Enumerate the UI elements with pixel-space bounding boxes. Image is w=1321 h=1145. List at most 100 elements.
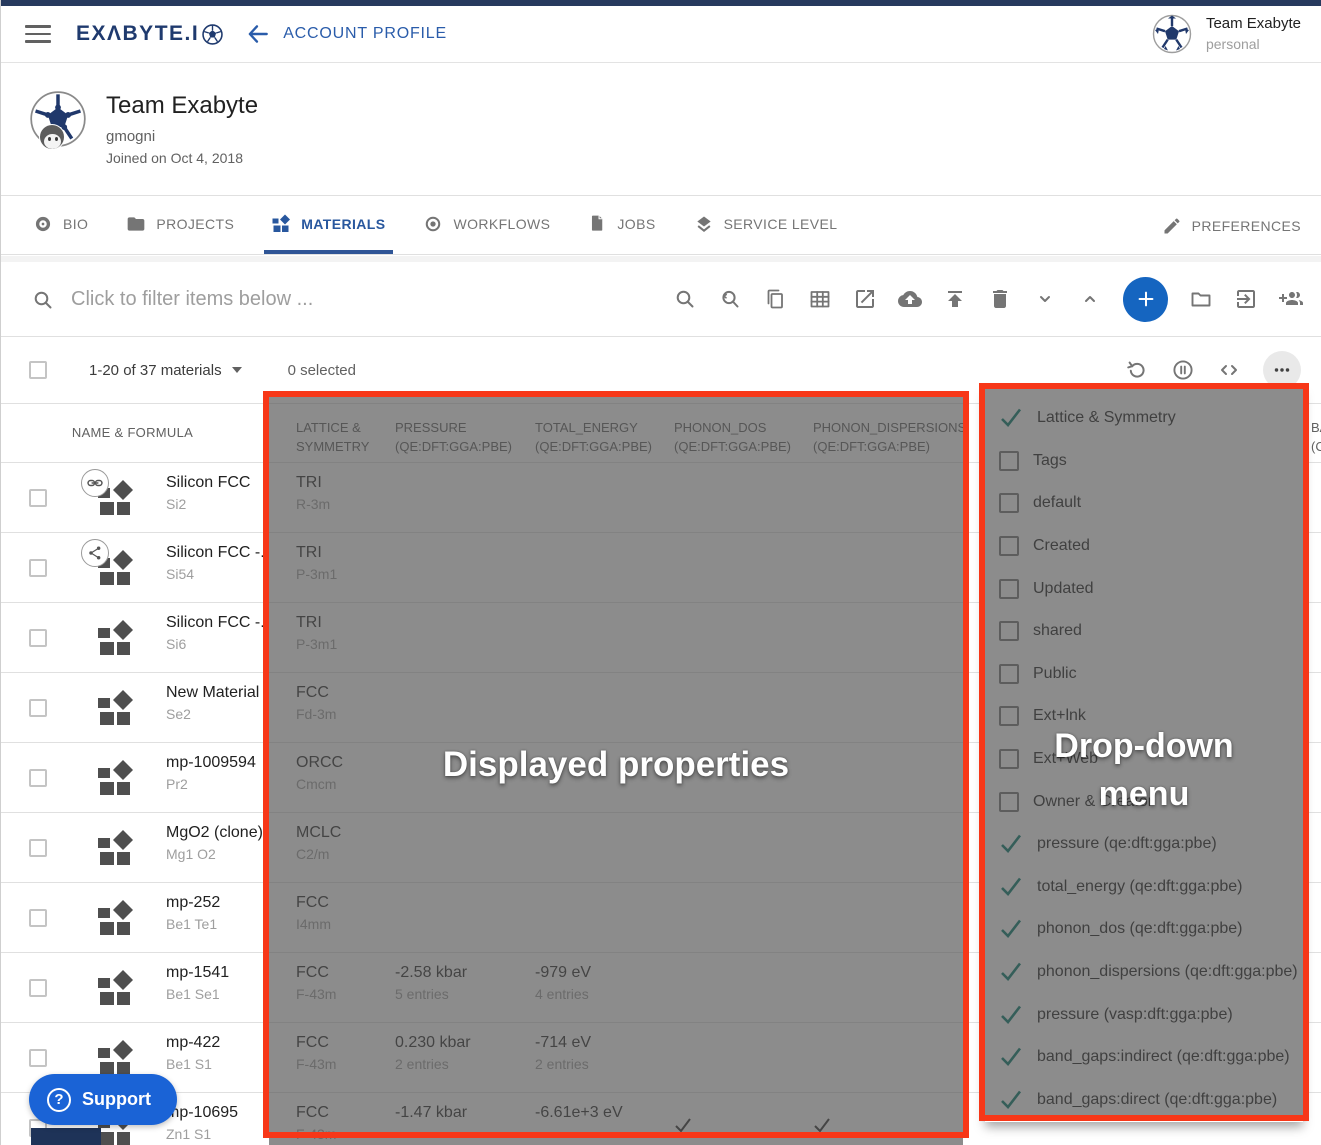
dropdown-item[interactable]: shared: [985, 610, 1303, 653]
checkbox[interactable]: [999, 706, 1019, 726]
dropdown-item-label: Lattice & Symmetry: [1037, 409, 1176, 427]
row-checkbox[interactable]: [29, 979, 47, 997]
chevron-down-icon[interactable]: [1033, 287, 1057, 311]
dropdown-item-label: pressure (qe:dft:gga:pbe): [1037, 835, 1217, 853]
checkbox[interactable]: [999, 621, 1019, 641]
open-in-new-icon[interactable]: [853, 287, 877, 311]
dropdown-item[interactable]: band_gaps:direct (qe:dft:gga:pbe): [985, 1079, 1303, 1122]
dropdown-item[interactable]: pressure (vasp:dft:gga:pbe): [985, 993, 1303, 1036]
jobs-icon: [588, 214, 607, 233]
checkbox[interactable]: [999, 493, 1019, 513]
dropdown-item[interactable]: phonon_dispersions (qe:dft:gga:pbe): [985, 951, 1303, 994]
checkbox[interactable]: [999, 536, 1019, 556]
row-checkbox[interactable]: [29, 839, 47, 857]
material-name-cell[interactable]: MgO2 (clone) Mg1 O2: [166, 824, 265, 862]
dropdown-item[interactable]: band_gaps:indirect (qe:dft:gga:pbe): [985, 1036, 1303, 1079]
material-name-cell[interactable]: mp-252 Be1 Te1: [166, 894, 265, 932]
back-arrow-icon[interactable]: [245, 21, 271, 47]
pause-icon[interactable]: [1171, 358, 1195, 382]
dropdown-item[interactable]: Public: [985, 653, 1303, 696]
dropdown-item[interactable]: total_energy (qe:dft:gga:pbe): [985, 866, 1303, 909]
column-total-energy[interactable]: TOTAL_ENERGY(QE:DFT:GGA:PBE): [535, 418, 652, 456]
row-checkbox[interactable]: [29, 909, 47, 927]
group-add-icon[interactable]: [1279, 287, 1303, 311]
account-name: Team Exabyte: [1206, 14, 1301, 34]
pencil-icon: [1162, 216, 1182, 236]
pressure-cell: 0.230 kbar2 entries: [395, 1034, 471, 1072]
material-name-cell[interactable]: Silicon FCC -... Si6: [166, 614, 265, 652]
row-checkbox[interactable]: [29, 699, 47, 717]
checkbox[interactable]: [999, 749, 1019, 769]
checkbox[interactable]: [999, 451, 1019, 471]
chevron-up-icon[interactable]: [1078, 287, 1102, 311]
tab-bio[interactable]: BIO: [25, 197, 96, 254]
search-action-icon[interactable]: [673, 287, 697, 311]
menu-icon[interactable]: [25, 25, 51, 43]
exit-to-app-icon[interactable]: [1234, 287, 1258, 311]
dropdown-item[interactable]: Lattice & Symmetry: [985, 397, 1303, 440]
columns-dropdown-menu: Lattice & Symmetry Tags default Created …: [985, 389, 1303, 1122]
tab-materials[interactable]: MATERIALS: [264, 197, 393, 254]
copy-icon[interactable]: [763, 287, 787, 311]
dropdown-item[interactable]: Updated: [985, 567, 1303, 610]
add-material-button[interactable]: [1123, 277, 1168, 322]
tab-workflows[interactable]: WORKFLOWS: [415, 197, 558, 254]
column-phonon-dispersions[interactable]: PHONON_DISPERSIONS(QE:DFT:GGA:PBE): [813, 418, 966, 456]
dropdown-item[interactable]: Created: [985, 525, 1303, 568]
dropdown-item-label: Tags: [1033, 452, 1067, 470]
material-name-cell[interactable]: mp-422 Be1 S1: [166, 1034, 265, 1072]
tab-jobs[interactable]: JOBS: [580, 197, 663, 254]
lattice-cell: MCLCC2/m: [296, 824, 341, 862]
tab-service-level[interactable]: SERVICE LEVEL: [686, 197, 846, 254]
column-name-formula[interactable]: NAME & FORMULA: [1, 425, 264, 440]
column-band-gaps-partial: BA(C: [1311, 418, 1321, 456]
checkbox[interactable]: [999, 792, 1019, 812]
checkbox[interactable]: [999, 579, 1019, 599]
row-checkbox[interactable]: [29, 1049, 47, 1067]
dropdown-item[interactable]: Tags: [985, 440, 1303, 483]
material-name-cell[interactable]: mp-1009594 Pr2: [166, 754, 265, 792]
code-icon[interactable]: [1217, 358, 1241, 382]
account-avatar[interactable]: [1152, 14, 1192, 54]
upload-to-top-icon[interactable]: [943, 287, 967, 311]
select-all-checkbox[interactable]: [29, 361, 47, 379]
row-checkbox[interactable]: [29, 629, 47, 647]
filter-input[interactable]: Click to filter items below ...: [71, 288, 313, 311]
dropdown-item[interactable]: Ext+lnk: [985, 695, 1303, 738]
folder-icon[interactable]: [1189, 287, 1213, 311]
dropdown-item[interactable]: default: [985, 482, 1303, 525]
delete-icon[interactable]: [988, 287, 1012, 311]
row-checkbox[interactable]: [29, 769, 47, 787]
support-button[interactable]: ? Support: [29, 1074, 177, 1125]
row-checkbox[interactable]: [29, 489, 47, 507]
material-name-cell[interactable]: mp-1541 Be1 Se1: [166, 964, 265, 1002]
material-name-cell[interactable]: New Material Se2: [166, 684, 265, 722]
bottom-left-patch: [31, 1128, 101, 1145]
material-icon: [97, 829, 135, 867]
dropdown-item[interactable]: Ext+Web: [985, 738, 1303, 781]
table-grid-icon[interactable]: [808, 287, 832, 311]
lattice-cell: TRIP-3m1: [296, 614, 337, 652]
material-name-cell[interactable]: Silicon FCC Si2: [166, 474, 265, 512]
search-again-icon[interactable]: [718, 287, 742, 311]
checkbox[interactable]: [999, 664, 1019, 684]
exabyte-logo[interactable]: EXΛBYTE.I: [76, 22, 223, 46]
account-menu[interactable]: Team Exabyte personal: [1206, 14, 1301, 53]
tab-projects[interactable]: PROJECTS: [118, 197, 242, 254]
material-name-cell[interactable]: mp-10695 Zn1 S1: [166, 1104, 265, 1142]
dropdown-item[interactable]: Owner & Creator: [985, 780, 1303, 823]
dropdown-item[interactable]: phonon_dos (qe:dft:gga:pbe): [985, 908, 1303, 951]
pagination-range[interactable]: 1-20 of 37 materials: [89, 362, 242, 379]
more-options-button[interactable]: [1263, 351, 1301, 389]
tab-preferences[interactable]: PREFERENCES: [1162, 197, 1301, 254]
column-lattice-symmetry[interactable]: LATTICE &SYMMETRY: [296, 418, 369, 456]
cloud-upload-icon[interactable]: [898, 287, 922, 311]
row-checkbox[interactable]: [29, 559, 47, 577]
material-name-cell[interactable]: Silicon FCC -... Si54: [166, 544, 265, 582]
column-phonon-dos[interactable]: PHONON_DOS(QE:DFT:GGA:PBE): [674, 418, 791, 456]
refresh-icon[interactable]: [1125, 358, 1149, 382]
column-pressure[interactable]: PRESSURE(QE:DFT:GGA:PBE): [395, 418, 512, 456]
lattice-cell: TRIR-3m: [296, 474, 330, 512]
material-formula: Zn1 S1: [166, 1126, 265, 1142]
dropdown-item[interactable]: pressure (qe:dft:gga:pbe): [985, 823, 1303, 866]
